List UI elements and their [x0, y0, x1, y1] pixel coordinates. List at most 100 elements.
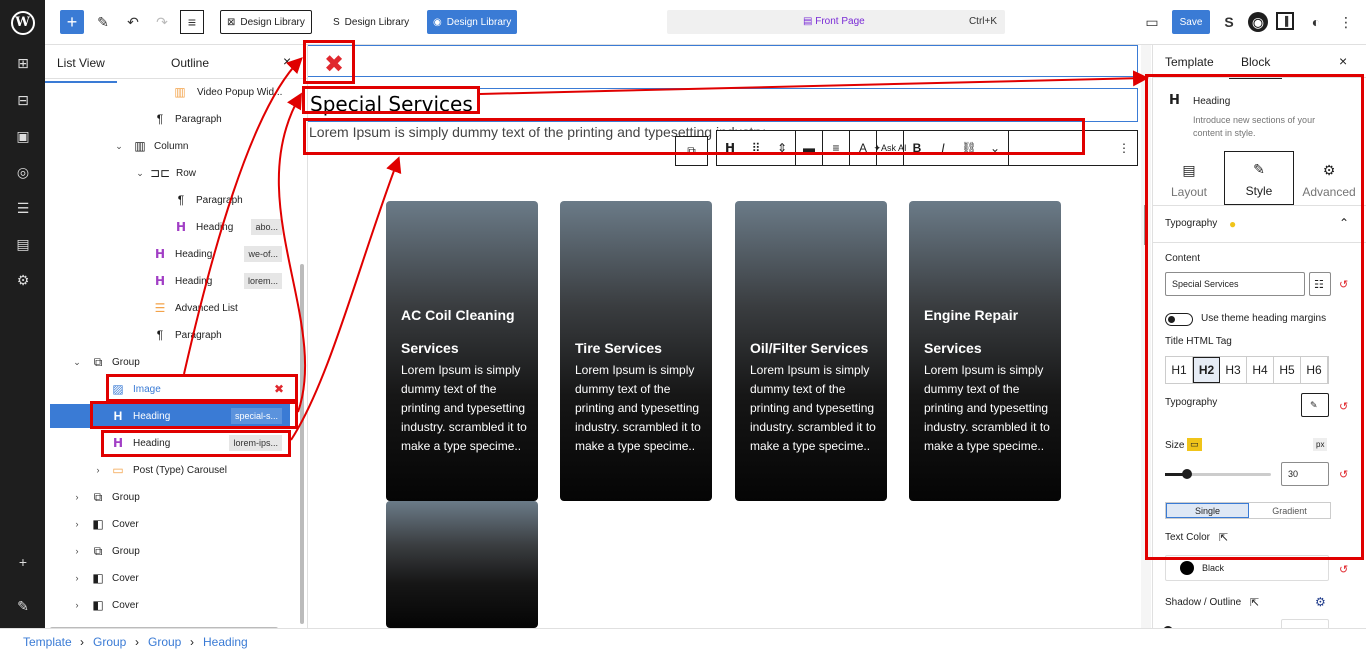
gradient-button[interactable]: Gradient [1249, 503, 1330, 518]
list-item[interactable]: H Heading lorem... [50, 269, 290, 293]
chevron-down-icon[interactable]: ⌄ [135, 168, 145, 179]
chevron-right-icon[interactable]: › [72, 546, 82, 556]
patterns-icon[interactable]: ▤ [13, 234, 33, 254]
drag-handle-icon[interactable]: ⠿ [743, 131, 769, 165]
list-item-selected[interactable]: H Heading special-s... [50, 404, 290, 428]
tab-style[interactable]: ✎ Style [1224, 151, 1294, 205]
more-options-icon[interactable]: ⋮ [1111, 131, 1137, 165]
edit-typography-icon[interactable]: ✎ [1301, 393, 1329, 417]
chevron-down-icon[interactable]: ⌄ [72, 357, 82, 368]
desktop-device-icon[interactable]: ▭ [1187, 438, 1202, 451]
move-updown-icon[interactable]: ⇕ [769, 131, 795, 165]
list-item[interactable]: › ◧ Cover [50, 566, 290, 590]
link-icon[interactable]: ⛓ [956, 131, 982, 165]
chevron-right-icon[interactable]: › [72, 573, 82, 583]
size-input[interactable]: 30 [1281, 462, 1329, 486]
pencil-icon[interactable]: ✎ [13, 596, 33, 616]
tab-layout[interactable]: ▤ Layout [1154, 151, 1224, 205]
list-item[interactable]: ⌄ ▥ Column [50, 134, 290, 158]
list-item[interactable]: ¶ Paragraph [50, 323, 290, 347]
breadcrumb-template[interactable]: Template [23, 635, 72, 649]
list-item[interactable]: › ◧ Cover [50, 512, 290, 536]
bold-icon[interactable]: B [904, 131, 930, 165]
size-slider-handle[interactable] [1182, 469, 1192, 479]
reset-icon[interactable]: ↺ [1339, 468, 1348, 481]
reset-icon[interactable]: ↺ [1339, 563, 1348, 576]
service-card[interactable]: Engine Repair Services Lorem Ipsum is si… [909, 201, 1061, 501]
h4-button[interactable]: H4 [1247, 357, 1274, 383]
chevron-right-icon[interactable]: › [72, 492, 82, 502]
chevron-down-icon[interactable]: ⌄ [982, 131, 1008, 165]
tab-advanced[interactable]: ⚙ Advanced [1294, 151, 1364, 205]
reset-icon[interactable]: ↺ [1339, 278, 1348, 291]
shadow-input[interactable] [1281, 619, 1329, 628]
settings-sidebar-icon[interactable]: ▐ [1276, 12, 1294, 30]
list-item[interactable]: ⌄ ⊐⊏ Row [50, 161, 290, 185]
spectra-settings-icon[interactable]: ◉ [1248, 12, 1268, 32]
wordpress-logo-icon[interactable]: W [0, 0, 45, 45]
h1-button[interactable]: H1 [1166, 357, 1193, 383]
blocks-icon[interactable]: ⊞ [13, 53, 33, 73]
text-color-icon[interactable]: A [850, 131, 876, 165]
list-item[interactable]: › ▭ Post (Type) Carousel [50, 458, 290, 482]
service-card-image[interactable] [386, 501, 538, 628]
save-button[interactable]: Save [1172, 10, 1210, 34]
redo-icon[interactable]: ↷ [152, 12, 172, 32]
close-icon[interactable]: × [1339, 53, 1347, 69]
breadcrumb-heading[interactable]: Heading [203, 635, 248, 649]
single-button[interactable]: Single [1166, 503, 1249, 518]
h5-button[interactable]: H5 [1274, 357, 1301, 383]
heading-icon[interactable]: H [717, 131, 743, 165]
italic-icon[interactable]: I [930, 131, 956, 165]
chevron-right-icon[interactable]: › [72, 600, 82, 610]
more-options-icon[interactable]: ⋮ [1336, 12, 1356, 32]
tools-pencil-icon[interactable]: ✎ [93, 12, 113, 32]
media-icon[interactable]: ▣ [13, 126, 33, 146]
heading-block[interactable]: Special Services [308, 88, 1138, 122]
command-palette[interactable]: ▤ Front Page Ctrl+K [667, 10, 1005, 34]
chevron-down-icon[interactable]: ⌄ [114, 141, 124, 152]
typography-section-title[interactable]: Typography [1165, 218, 1217, 229]
stackable-settings-icon[interactable]: S [1219, 12, 1239, 32]
database-icon[interactable]: ☷ [1309, 272, 1331, 296]
templates-icon[interactable]: ☰ [13, 198, 33, 218]
ask-ai-button[interactable]: ✦ Ask AI [873, 131, 906, 165]
h2-button[interactable]: H2 [1193, 357, 1220, 383]
size-unit[interactable]: px [1313, 438, 1328, 451]
design-library-button-2[interactable]: S Design Library [327, 10, 415, 34]
theme-margins-toggle[interactable] [1165, 313, 1193, 326]
list-item[interactable]: H Heading we-of... [50, 242, 290, 266]
list-item[interactable]: ¶ Paragraph [50, 188, 290, 212]
document-overview-icon[interactable]: ≡ [180, 10, 204, 34]
contrast-icon[interactable]: ◐ [1306, 12, 1326, 32]
tab-outline[interactable]: Outline [171, 56, 209, 70]
close-icon[interactable]: × [283, 53, 291, 69]
settings-icon[interactable]: ⚙ [13, 270, 33, 290]
size-slider[interactable] [1165, 469, 1271, 479]
h3-button[interactable]: H3 [1220, 357, 1247, 383]
align-left-icon[interactable]: ≡ [823, 131, 849, 165]
list-item[interactable]: › ⧉ Group [50, 539, 290, 563]
list-item[interactable]: › ⧉ Group [50, 485, 290, 509]
desktop-preview-icon[interactable]: ▭ [1142, 12, 1162, 32]
parent-block-icon[interactable]: ⧉ [675, 136, 708, 166]
canvas-scrollbar[interactable] [1141, 45, 1151, 628]
content-input[interactable]: Special Services [1165, 272, 1305, 296]
add-icon[interactable]: + [13, 552, 33, 572]
text-color-field[interactable]: Black [1165, 555, 1329, 581]
breadcrumb-group[interactable]: Group [93, 635, 126, 649]
add-block-button[interactable]: + [60, 10, 84, 34]
list-item[interactable]: ⌄ ⧉ Group [50, 350, 290, 374]
gear-icon[interactable]: ⚙ [1315, 595, 1326, 609]
heading-block-icon[interactable]: ⊟ [13, 90, 33, 110]
list-item[interactable]: H Heading abo... [50, 215, 290, 239]
design-library-button-3[interactable]: ◉ Design Library [427, 10, 518, 34]
design-library-button-1[interactable]: ⊠ Design Library [220, 10, 312, 34]
styles-icon[interactable]: ◎ [13, 162, 33, 182]
list-item[interactable]: H Heading lorem-ips... [50, 431, 290, 455]
list-item[interactable]: ▥ Video Popup Wid... [50, 80, 290, 104]
special-services-heading[interactable]: Special Services [310, 92, 473, 116]
chevron-up-icon[interactable]: ⌃ [1339, 216, 1349, 230]
breadcrumb-group[interactable]: Group [148, 635, 181, 649]
tab-block[interactable]: Block [1228, 55, 1283, 79]
